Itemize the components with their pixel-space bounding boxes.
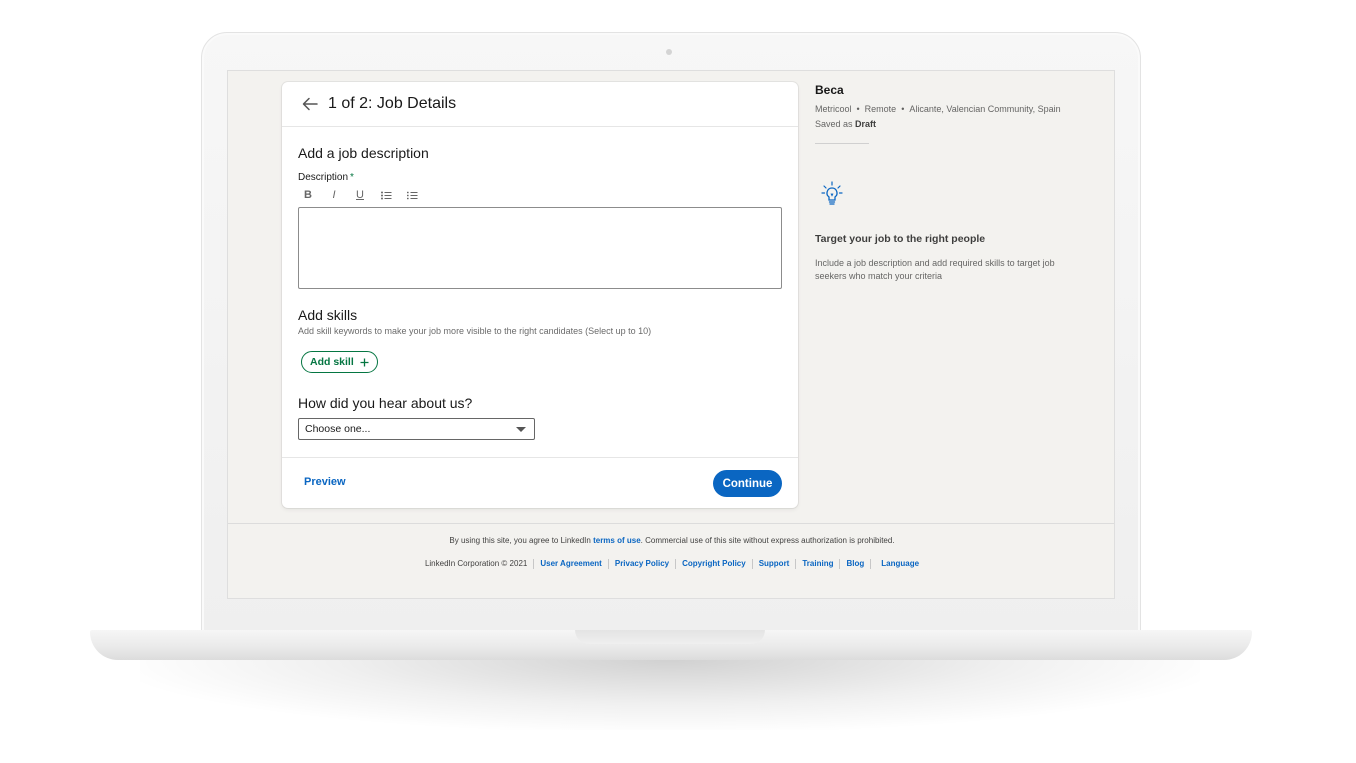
footer-link-user-agreement[interactable]: User Agreement	[534, 559, 609, 569]
saved-status: Saved as Draft	[815, 119, 1065, 129]
description-label-text: Description	[298, 172, 349, 183]
divider	[815, 143, 869, 144]
job-title: Beca	[815, 83, 844, 97]
plus-icon	[360, 358, 369, 366]
underline-icon[interactable]: U	[354, 188, 366, 202]
saved-status-value: Draft	[855, 119, 877, 129]
add-skill-button[interactable]: Add skill	[301, 351, 378, 373]
bold-glyph: B	[304, 189, 312, 201]
required-mark: *	[350, 172, 354, 183]
job-meta: Metricool • Remote • Alicante, Valencian Com…	[815, 103, 1065, 116]
footer-link-language[interactable]: Language	[875, 559, 925, 569]
formatting-toolbar: B I U	[302, 188, 418, 202]
bullet-list-icon[interactable]	[380, 188, 392, 202]
add-skill-label: Add skill	[310, 356, 354, 368]
footer-link-privacy-policy[interactable]: Privacy Policy	[609, 559, 677, 569]
footer-links: LinkedIn Corporation © 2021 User Agreeme…	[228, 559, 1114, 569]
laptop-camera	[666, 49, 672, 55]
select-value: Choose one...	[305, 423, 371, 435]
terms-prefix: By using this site, you agree to LinkedI…	[449, 536, 591, 545]
bold-icon[interactable]: B	[302, 188, 314, 202]
skills-helper-text: Add skill keywords to make your job more…	[298, 326, 652, 336]
footer-link-blog[interactable]: Blog	[840, 559, 872, 569]
workplace-type: Remote	[864, 104, 897, 114]
description-label: Description *	[298, 172, 354, 183]
tip-text: Include a job description and add requir…	[815, 258, 1055, 281]
page-title: 1 of 2: Job Details	[328, 95, 457, 112]
lightbulb-icon	[821, 181, 843, 212]
arrow-left-icon[interactable]	[300, 94, 320, 114]
laptop-shadow	[140, 660, 1200, 730]
separator-dot: •	[856, 104, 860, 114]
underline-glyph: U	[356, 189, 364, 201]
site-footer: By using this site, you agree to LinkedI…	[228, 523, 1114, 598]
separator-dot: •	[901, 104, 905, 114]
footer-link-support[interactable]: Support	[753, 559, 797, 569]
terms-suffix: . Commercial use of this site without ex…	[640, 536, 895, 545]
description-section-title: Add a job description	[298, 145, 429, 161]
italic-glyph: I	[332, 189, 336, 201]
laptop-notch	[575, 630, 765, 644]
footer-link-copyright-policy[interactable]: Copyright Policy	[676, 559, 753, 569]
continue-button[interactable]: Continue	[713, 470, 782, 497]
italic-icon[interactable]: I	[328, 188, 340, 202]
screen: 1 of 2: Job Details Add a job descriptio…	[227, 70, 1115, 599]
tip-title: Target your job to the right people	[815, 233, 986, 245]
company-name: Metricool	[815, 104, 852, 114]
skills-section-title: Add skills	[298, 307, 358, 323]
card-header: 1 of 2: Job Details	[282, 82, 798, 127]
job-summary-aside: Beca Metricool • Remote • Alicante, Valencia…	[815, 83, 1065, 281]
hear-section-title: How did you hear about us?	[298, 395, 473, 411]
preview-button[interactable]: Preview	[304, 476, 346, 488]
description-textarea[interactable]	[298, 207, 782, 289]
job-details-card: 1 of 2: Job Details Add a job descriptio…	[282, 82, 798, 508]
numbered-list-icon[interactable]	[406, 188, 418, 202]
terms-notice: By using this site, you agree to LinkedI…	[228, 536, 1114, 545]
card-footer: Preview Continue	[282, 457, 798, 508]
terms-of-use-link[interactable]: terms of use	[593, 536, 641, 545]
chevron-down-icon	[516, 427, 526, 432]
footer-link-training[interactable]: Training	[796, 559, 841, 569]
copyright: LinkedIn Corporation © 2021	[419, 559, 535, 569]
saved-prefix: Saved as	[815, 119, 853, 129]
hear-about-us-select[interactable]: Choose one...	[298, 418, 535, 440]
job-location: Alicante, Valencian Community, Spain	[909, 104, 1061, 114]
